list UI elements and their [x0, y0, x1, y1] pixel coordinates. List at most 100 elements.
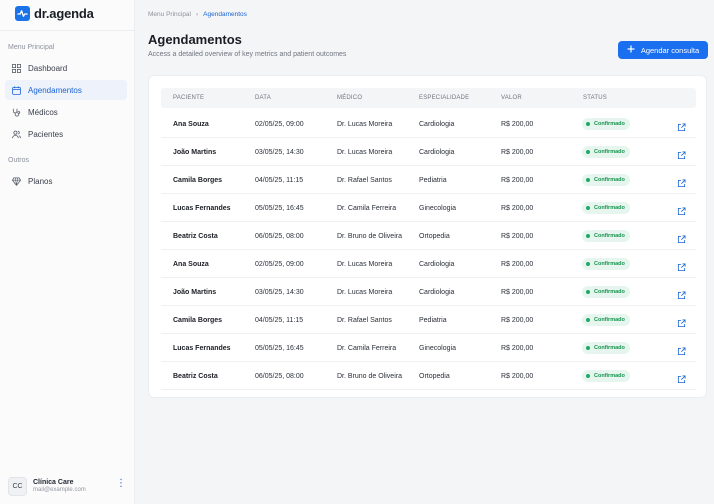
external-link-icon[interactable]: [677, 175, 686, 188]
sidebar: dr.agenda Menu Principal Dashboard Agend…: [0, 0, 135, 504]
external-link-icon[interactable]: [677, 203, 686, 216]
brand-logo[interactable]: dr.agenda: [15, 6, 94, 21]
table-row[interactable]: João Martins 03/05/25, 14:30 Dr. Lucas Mor…: [161, 278, 696, 306]
cell-valor: R$ 200,00: [501, 261, 534, 268]
column-header: ESPECIALIDADE: [419, 95, 470, 101]
sidebar-item-planos[interactable]: Planos: [5, 171, 127, 191]
column-header: MÉDICO: [337, 95, 363, 101]
breadcrumb-parent[interactable]: Menu Principal: [148, 11, 191, 18]
status-badge: Confirmado: [582, 314, 630, 326]
user-name: Clínica Care: [33, 479, 74, 486]
column-header: DATA: [255, 95, 271, 101]
cell-medico: Dr. Camila Ferreira: [337, 205, 397, 212]
users-icon: [11, 129, 21, 139]
stethoscope-icon: [11, 107, 21, 117]
user-email: mail@example.com: [33, 487, 86, 493]
external-link-icon[interactable]: [677, 119, 686, 132]
status-label: Confirmado: [594, 317, 625, 323]
cell-especialidade: Ortopedia: [419, 233, 450, 240]
status-badge: Confirmado: [582, 370, 630, 382]
cell-especialidade: Cardiologia: [419, 149, 455, 156]
table-row[interactable]: João Martins 03/05/25, 14:30 Dr. Lucas Mor…: [161, 138, 696, 166]
status-dot: [586, 318, 590, 322]
cell-data: 04/05/25, 11:15: [255, 317, 304, 324]
external-link-icon[interactable]: [677, 343, 686, 356]
cell-data: 05/05/25, 16:45: [255, 345, 304, 352]
cell-especialidade: Pediatria: [419, 317, 447, 324]
cell-especialidade: Ginecologia: [419, 345, 456, 352]
sidebar-item-pacientes[interactable]: Pacientes: [5, 124, 127, 144]
cell-data: 05/05/25, 16:45: [255, 205, 304, 212]
table-row[interactable]: Camila Borges 04/05/25, 11:15 Dr. Rafael S…: [161, 306, 696, 334]
external-link-icon[interactable]: [677, 259, 686, 272]
cell-medico: Dr. Bruno de Oliveira: [337, 233, 402, 240]
breadcrumb-current: Agendamentos: [203, 11, 247, 18]
cell-valor: R$ 200,00: [501, 121, 534, 128]
cell-medico: Dr. Lucas Moreira: [337, 149, 393, 156]
more-vertical-icon[interactable]: ⋮: [116, 479, 126, 489]
cell-especialidade: Ginecologia: [419, 205, 456, 212]
cell-valor: R$ 200,00: [501, 233, 534, 240]
cell-paciente: Beatriz Costa: [173, 233, 218, 240]
status-dot: [586, 290, 590, 294]
brand-name: dr.agenda: [34, 6, 94, 21]
status-label: Confirmado: [594, 233, 625, 239]
cell-valor: R$ 200,00: [501, 289, 534, 296]
section-label-main: Menu Principal: [8, 44, 55, 51]
table-row[interactable]: Lucas Fernandes 05/05/25, 16:45 Dr. Camila…: [161, 334, 696, 362]
table-row[interactable]: Beatriz Costa 06/05/25, 08:00 Dr. Bruno de…: [161, 222, 696, 250]
table-row[interactable]: Camila Borges 04/05/25, 11:15 Dr. Rafael S…: [161, 166, 696, 194]
chevron-right-icon: ›: [196, 11, 199, 18]
breadcrumb: Menu Principal › Agendamentos: [148, 11, 247, 18]
status-badge: Confirmado: [582, 286, 630, 298]
heartbeat-icon: [15, 6, 30, 21]
table-row[interactable]: Beatriz Costa 06/05/25, 08:00 Dr. Bruno de…: [161, 362, 696, 390]
user-profile[interactable]: CC Clínica Care mail@example.com ⋮: [8, 475, 130, 497]
cell-data: 06/05/25, 08:00: [255, 373, 304, 380]
sidebar-item-medicos[interactable]: Médicos: [5, 102, 127, 122]
grid-icon: [11, 63, 21, 73]
cell-paciente: Camila Borges: [173, 317, 223, 324]
cell-especialidade: Pediatria: [419, 177, 447, 184]
cell-medico: Dr. Lucas Moreira: [337, 261, 393, 268]
cell-medico: Dr. Rafael Santos: [337, 177, 392, 184]
section-label-other: Outros: [8, 157, 30, 164]
status-badge: Confirmado: [582, 174, 630, 186]
external-link-icon[interactable]: [677, 371, 686, 384]
cell-especialidade: Cardiologia: [419, 121, 455, 128]
external-link-icon[interactable]: [677, 231, 686, 244]
status-label: Confirmado: [594, 121, 625, 127]
divider: [0, 30, 135, 31]
cell-paciente: Lucas Fernandes: [173, 345, 231, 352]
cell-paciente: João Martins: [173, 289, 217, 296]
cell-paciente: Lucas Fernandes: [173, 205, 231, 212]
external-link-icon[interactable]: [677, 287, 686, 300]
status-dot: [586, 206, 590, 210]
cell-data: 04/05/25, 11:15: [255, 177, 304, 184]
cell-paciente: João Martins: [173, 149, 217, 156]
table-row[interactable]: Ana Souza 02/05/25, 09:00 Dr. Lucas Moreir…: [161, 110, 696, 138]
external-link-icon[interactable]: [677, 315, 686, 328]
column-header: STATUS: [583, 95, 607, 101]
gem-icon: [11, 176, 21, 186]
button-label: Agendar consulta: [640, 45, 700, 55]
sidebar-item-agendamentos[interactable]: Agendamentos: [5, 80, 127, 100]
table-row[interactable]: Ana Souza 02/05/25, 09:00 Dr. Lucas Moreir…: [161, 250, 696, 278]
agendar-consulta-button[interactable]: Agendar consulta: [618, 41, 708, 59]
status-badge: Confirmado: [582, 118, 630, 130]
status-dot: [586, 178, 590, 182]
appointments-table: PACIENTE DATA MÉDICO ESPECIALIDADE VALOR…: [148, 75, 707, 398]
status-label: Confirmado: [594, 373, 625, 379]
cell-medico: Dr. Bruno de Oliveira: [337, 373, 402, 380]
cell-valor: R$ 200,00: [501, 373, 534, 380]
status-badge: Confirmado: [582, 258, 630, 270]
cell-medico: Dr. Camila Ferreira: [337, 345, 397, 352]
sidebar-item-dashboard[interactable]: Dashboard: [5, 58, 127, 78]
cell-especialidade: Ortopedia: [419, 373, 450, 380]
page-subtitle: Access a detailed overview of key metric…: [148, 51, 347, 58]
external-link-icon[interactable]: [677, 147, 686, 160]
status-dot: [586, 122, 590, 126]
sidebar-item-label: Médicos: [28, 107, 58, 117]
table-row[interactable]: Lucas Fernandes 05/05/25, 16:45 Dr. Camila…: [161, 194, 696, 222]
cell-paciente: Beatriz Costa: [173, 373, 218, 380]
